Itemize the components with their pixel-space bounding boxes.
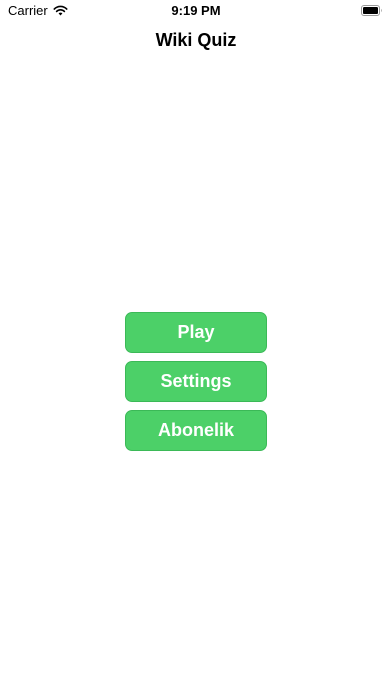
play-button[interactable]: Play xyxy=(125,312,267,353)
settings-button[interactable]: Settings xyxy=(125,361,267,402)
status-time: 9:19 PM xyxy=(171,3,221,18)
main-menu: Play Settings Abonelik xyxy=(125,312,267,459)
battery-icon xyxy=(361,5,382,16)
subscription-button[interactable]: Abonelik xyxy=(125,410,267,451)
page-title: Wiki Quiz xyxy=(155,30,237,50)
status-bar: Carrier 9:19 PM xyxy=(0,0,392,20)
